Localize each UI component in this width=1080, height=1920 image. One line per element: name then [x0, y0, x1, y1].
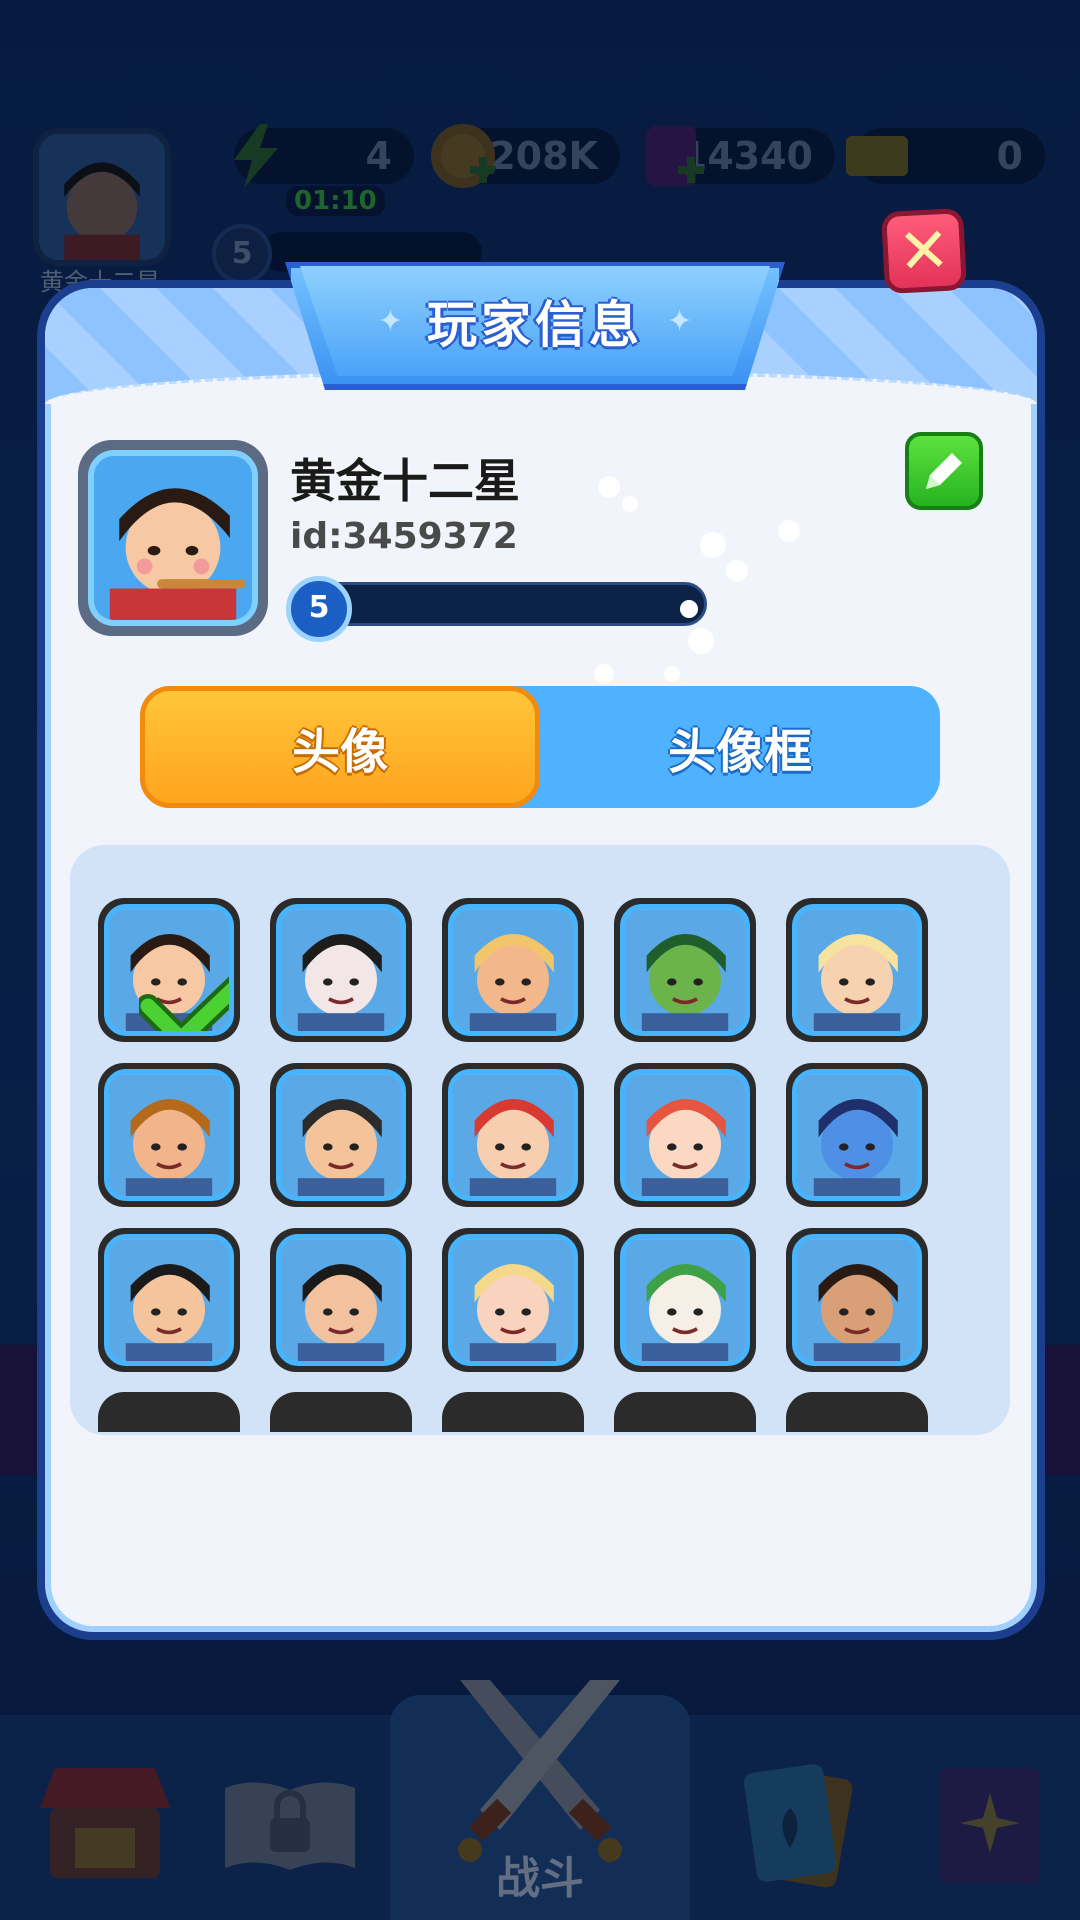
avatar-option-bearded-king[interactable]	[98, 1063, 240, 1207]
close-icon: ✕	[896, 212, 952, 289]
warrior-girl-portrait-icon	[94, 459, 252, 620]
dialog-title-banner: ✦ 玩家信息 ✦	[300, 266, 770, 376]
avatar-tabs: 头像框 头像	[140, 686, 940, 808]
avatar-option-partial[interactable]	[270, 1392, 412, 1432]
avatar-option-blond-soldier[interactable]	[442, 898, 584, 1042]
level-badge: 5	[286, 576, 352, 642]
avatar-option-blue-genie[interactable]	[786, 1063, 928, 1207]
profile-avatar	[78, 440, 268, 636]
avatar-option-pirate[interactable]	[786, 1228, 928, 1372]
bearded-king-portrait-icon	[109, 1075, 229, 1196]
tab-avatar[interactable]: 头像	[140, 686, 540, 808]
avatar-option-partial[interactable]	[98, 1392, 240, 1432]
player-name: 黄金十二星	[290, 454, 520, 508]
avatar-option-opera-general[interactable]	[270, 898, 412, 1042]
avatar-option-green-brute[interactable]	[614, 898, 756, 1042]
avatar-option-mermaid[interactable]	[614, 1063, 756, 1207]
dialog-title: 玩家信息	[427, 296, 643, 354]
red-hood-portrait-icon	[453, 1075, 573, 1196]
avatar-option-red-hood[interactable]	[442, 1063, 584, 1207]
player-id: id:3459372	[290, 516, 518, 557]
avatar-option-warrior-girl[interactable]	[98, 898, 240, 1042]
avatar-option-partial[interactable]	[786, 1392, 928, 1432]
xp-progress-bar	[315, 582, 707, 626]
tab-avatar-frame[interactable]: 头像框	[540, 686, 940, 808]
sparkle-icon: ✦	[377, 303, 403, 339]
joker-portrait-icon	[625, 1240, 745, 1361]
green-brute-portrait-icon	[625, 910, 745, 1031]
avatar-option-blond-prince[interactable]	[786, 898, 928, 1042]
blond-goddess-portrait-icon	[453, 1240, 573, 1361]
avatar-option-egypt-queen[interactable]	[98, 1228, 240, 1372]
mermaid-portrait-icon	[625, 1075, 745, 1196]
pirate-portrait-icon	[797, 1240, 917, 1361]
avatar-option-blond-goddess[interactable]	[442, 1228, 584, 1372]
pencil-icon	[926, 453, 962, 489]
avatar-option-joker[interactable]	[614, 1228, 756, 1372]
edit-name-button[interactable]	[905, 432, 983, 510]
blue-genie-portrait-icon	[797, 1075, 917, 1196]
avatar-option-glasses-boy[interactable]	[270, 1228, 412, 1372]
egypt-queen-portrait-icon	[109, 1240, 229, 1361]
check-icon	[139, 976, 229, 1031]
opera-general-portrait-icon	[281, 910, 401, 1031]
blond-soldier-portrait-icon	[453, 910, 573, 1031]
avatar-option-fortune-god[interactable]	[270, 1063, 412, 1207]
avatar-option-partial[interactable]	[442, 1392, 584, 1432]
fortune-god-portrait-icon	[281, 1075, 401, 1196]
blond-prince-portrait-icon	[797, 910, 917, 1031]
avatar-option-partial[interactable]	[614, 1392, 756, 1432]
glasses-boy-portrait-icon	[281, 1240, 401, 1361]
sparkle-icon: ✦	[667, 303, 693, 339]
close-button[interactable]: ✕	[880, 207, 968, 295]
